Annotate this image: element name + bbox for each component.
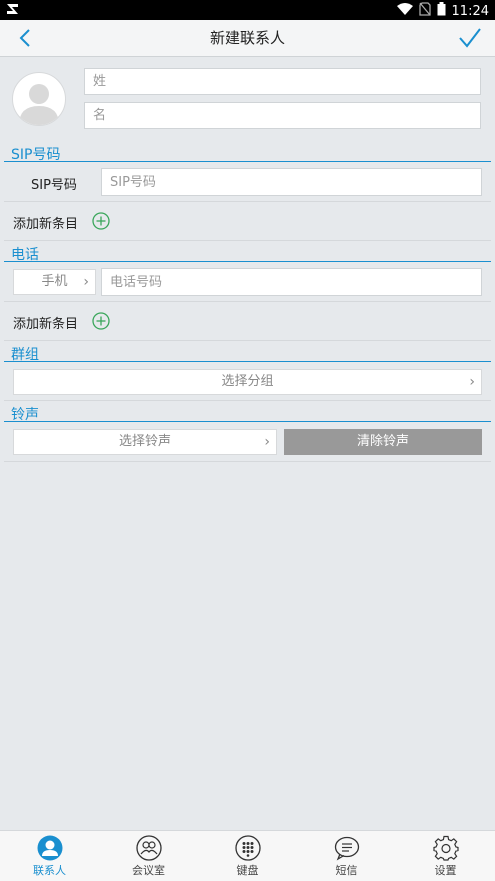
sip-number-input[interactable] (101, 168, 482, 196)
add-phone-entry-button[interactable] (92, 312, 110, 330)
message-icon (334, 836, 360, 861)
sip-section-divider (4, 161, 491, 162)
chevron-right-icon: › (469, 374, 475, 390)
chevron-right-icon: › (83, 274, 89, 290)
plus-circle-icon (92, 212, 110, 230)
chevron-right-icon: › (264, 434, 270, 450)
group-selector[interactable]: 选择分组 › (13, 369, 482, 395)
nav-tab-dialpad[interactable]: 键盘 (198, 831, 297, 881)
phone-section-divider (4, 261, 491, 262)
clear-ringtone-button[interactable]: 清除铃声 (284, 429, 482, 455)
divider (4, 400, 491, 401)
phone-type-selector[interactable]: 手机 › (13, 269, 96, 295)
sip-section-header: SIP号码 (0, 144, 495, 163)
phone-type-value: 手机 (41, 274, 68, 289)
page-title: 新建联系人 (209, 29, 285, 47)
checkmark-icon (459, 28, 481, 48)
phone-section-header: 电话 (0, 244, 495, 263)
nav-label: 短信 (335, 864, 358, 877)
sip-add-entry-label: 添加新条目 (13, 217, 79, 232)
last-name-input[interactable] (84, 68, 481, 95)
nav-tab-settings[interactable]: 设置 (396, 831, 495, 881)
divider (4, 201, 491, 202)
sip-field-label: SIP号码 (31, 178, 77, 193)
ringtone-section-divider (4, 421, 491, 422)
wifi-icon (396, 3, 413, 19)
status-bar: 11:24 (0, 0, 495, 20)
divider (4, 340, 491, 341)
person-placeholder-icon (19, 84, 59, 125)
group-section-divider (4, 361, 491, 362)
plus-circle-icon (92, 312, 110, 330)
nav-label: 联系人 (33, 864, 66, 877)
bottom-navigation: 联系人 会议室 键盘 短信 设置 (0, 830, 495, 881)
ringtone-selector-label: 选择铃声 (118, 434, 171, 449)
nav-tab-meeting-room[interactable]: 会议室 (99, 831, 198, 881)
group-section-header: 群组 (0, 344, 495, 363)
dialpad-icon (235, 835, 261, 861)
phone-add-entry-label: 添加新条目 (13, 317, 79, 332)
gear-icon (433, 835, 459, 861)
avatar[interactable] (12, 72, 66, 126)
person-icon (37, 835, 63, 861)
status-time: 11:24 (451, 3, 489, 19)
battery-icon (437, 2, 446, 20)
nav-label: 设置 (434, 864, 457, 877)
meeting-room-icon (136, 835, 162, 861)
phone-number-input[interactable] (101, 268, 482, 296)
nav-label: 键盘 (236, 864, 259, 877)
add-sip-entry-button[interactable] (92, 212, 110, 230)
nav-tab-contacts[interactable]: 联系人 (0, 831, 99, 881)
nav-label: 会议室 (132, 864, 165, 877)
nav-tab-messages[interactable]: 短信 (297, 831, 396, 881)
divider (4, 301, 491, 302)
divider (4, 461, 491, 462)
no-sim-icon (418, 2, 431, 20)
app-notification-icon (6, 2, 20, 20)
group-selector-label: 选择分组 (221, 374, 274, 389)
ringtone-section-header: 铃声 (0, 404, 495, 423)
save-button[interactable] (457, 26, 483, 50)
first-name-input[interactable] (84, 102, 481, 129)
divider (4, 240, 491, 241)
ringtone-selector[interactable]: 选择铃声 › (13, 429, 277, 455)
app-header: 新建联系人 (0, 20, 495, 57)
